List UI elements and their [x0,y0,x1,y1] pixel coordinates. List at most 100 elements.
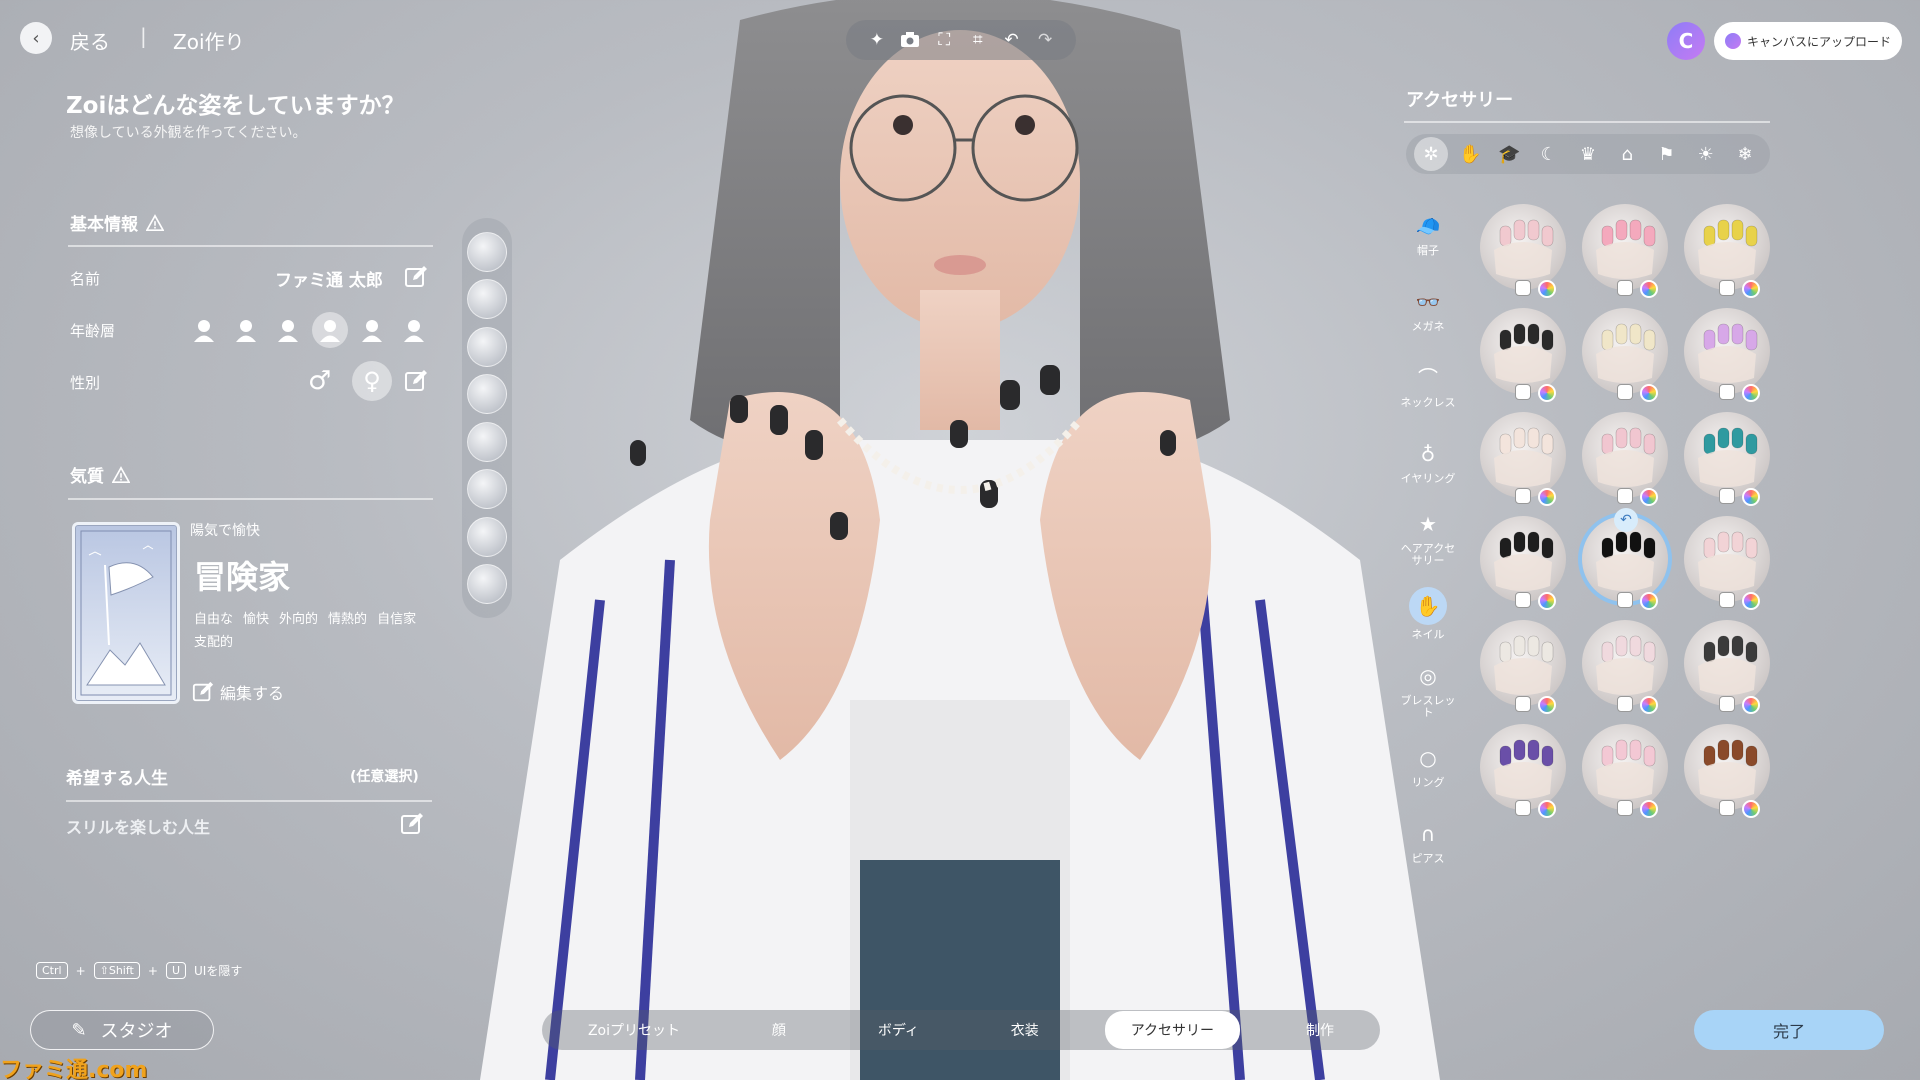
upload-to-canvas-button[interactable]: キャンバスにアップロード [1714,22,1902,60]
tab-5[interactable]: 制作 [1280,1011,1360,1049]
nail-option[interactable] [1480,620,1566,714]
color-wheel-icon[interactable] [1538,280,1556,298]
color-wheel-icon[interactable] [1742,592,1760,610]
color-wheel-icon[interactable] [1640,696,1658,714]
color-wheel-icon[interactable] [1538,488,1556,506]
studio-button[interactable]: ✎ スタジオ [30,1010,214,1050]
nail-option[interactable] [1582,308,1668,402]
hairband-slot[interactable] [467,564,507,605]
nail-option[interactable] [1582,620,1668,714]
accessory-type-necklace[interactable]: ⌒ ネックレス [1398,348,1458,424]
accessory-type-ring[interactable]: ○ リング [1398,728,1458,804]
image-badge-icon [1515,696,1531,712]
accessory-type-glasses[interactable]: 👓 メガネ [1398,272,1458,348]
tab-1[interactable]: 顔 [746,1011,812,1049]
undo-icon[interactable]: ↶ [1614,508,1638,532]
accessory-type-piercing[interactable]: ∩ ピアス [1398,804,1458,880]
undo-icon[interactable]: ↶ [999,28,1023,52]
hands-icon[interactable]: ✋ [1453,137,1487,171]
warning-icon[interactable] [112,465,130,484]
nail-option[interactable] [1480,204,1566,298]
color-wheel-icon[interactable] [1640,384,1658,402]
sparkle-icon[interactable]: ✦ [865,28,889,52]
temperament-card[interactable] [72,522,180,704]
dog-icon[interactable]: ⚑ [1650,137,1684,171]
sun-icon[interactable]: ☀ [1689,137,1723,171]
nail-option[interactable] [1684,412,1770,506]
shoes-slot[interactable] [467,279,507,320]
color-wheel-icon[interactable] [1640,280,1658,298]
socks-slot[interactable] [467,231,507,272]
child-icon[interactable] [228,312,264,348]
tab-0[interactable]: Zoiプリセット [562,1011,706,1049]
color-wheel-icon[interactable] [1538,592,1556,610]
color-wheel-icon[interactable] [1538,696,1556,714]
snow-icon[interactable]: ❄ [1728,137,1762,171]
cap-icon[interactable]: 🎓 [1493,137,1527,171]
nail-option[interactable] [1582,724,1668,818]
redo-icon[interactable]: ↷ [1033,28,1057,52]
nail-option[interactable] [1480,412,1566,506]
adult-icon[interactable] [354,312,390,348]
nail-option[interactable] [1480,308,1566,402]
magic-icon[interactable]: ✲ [1414,137,1448,171]
accessory-type-earring[interactable]: ♁ イヤリング [1398,424,1458,500]
color-wheel-icon[interactable] [1742,280,1760,298]
nail-option[interactable] [1582,204,1668,298]
nail-option[interactable] [1480,516,1566,610]
focus-frame-icon[interactable]: ⛶ [932,28,956,52]
color-wheel-icon[interactable] [1742,384,1760,402]
head-slot[interactable] [467,469,507,510]
nail-option[interactable]: ↶ [1582,508,1668,610]
credit-icon[interactable]: C [1667,22,1705,60]
nail-option[interactable] [1480,724,1566,818]
color-wheel-icon[interactable] [1742,696,1760,714]
color-wheel-icon[interactable] [1640,800,1658,818]
moon-icon[interactable]: ☾ [1532,137,1566,171]
color-wheel-icon[interactable] [1742,800,1760,818]
nail-option[interactable] [1684,516,1770,610]
accessory-type-nail[interactable]: ✋ ネイル [1398,576,1458,652]
nail-option[interactable] [1582,412,1668,506]
nail-option[interactable] [1684,620,1770,714]
back-label[interactable]: 戻る [70,26,110,55]
accessory-type-bracelet[interactable]: ◎ ブレスレット [1398,652,1458,728]
color-wheel-icon[interactable] [1640,592,1658,610]
nail-option[interactable] [1684,204,1770,298]
edit-temperament-button[interactable]: 編集する [192,680,284,704]
edit-life-button[interactable] [400,812,424,840]
hat-icon[interactable]: ⌂ [1610,137,1644,171]
tab-2[interactable]: ボディ [852,1011,945,1049]
nail-option[interactable] [1684,308,1770,402]
tab-4[interactable]: アクセサリー [1104,1011,1241,1049]
color-wheel-icon[interactable] [1640,488,1658,506]
camera-icon[interactable] [898,28,922,52]
crown-icon[interactable]: ♛ [1571,137,1605,171]
necklace-slot[interactable] [467,374,507,415]
back-button[interactable]: ‹ [20,22,52,54]
elder-icon[interactable] [396,312,432,348]
outfit-slot[interactable] [467,326,507,367]
accessory-type-hair-accessory[interactable]: ★ ヘアアクセサリー [1398,500,1458,576]
face-frame-icon[interactable]: ⌗ [966,28,990,52]
cap-icon: 🧢 [1415,213,1441,238]
teen-icon[interactable] [270,312,306,348]
male-icon[interactable]: ♂ [308,366,331,396]
warning-icon[interactable] [146,213,164,232]
color-wheel-icon[interactable] [1538,384,1556,402]
color-wheel-icon[interactable] [1742,488,1760,506]
infant-icon[interactable] [186,312,222,348]
young-adult-icon[interactable] [312,312,348,348]
character-preview[interactable] [440,0,1480,1080]
accessory-type-cap[interactable]: 🧢 帽子 [1398,196,1458,272]
divider [68,498,433,500]
edit-gender-button[interactable] [404,369,428,397]
nail-option[interactable] [1684,724,1770,818]
nails-slot[interactable] [467,421,507,462]
edit-name-button[interactable] [404,265,428,293]
glasses-slot[interactable] [467,516,507,557]
tab-3[interactable]: 衣装 [985,1011,1065,1049]
done-button[interactable]: 完了 [1694,1010,1884,1050]
color-wheel-icon[interactable] [1538,800,1556,818]
female-icon[interactable]: ♀ [352,361,392,401]
